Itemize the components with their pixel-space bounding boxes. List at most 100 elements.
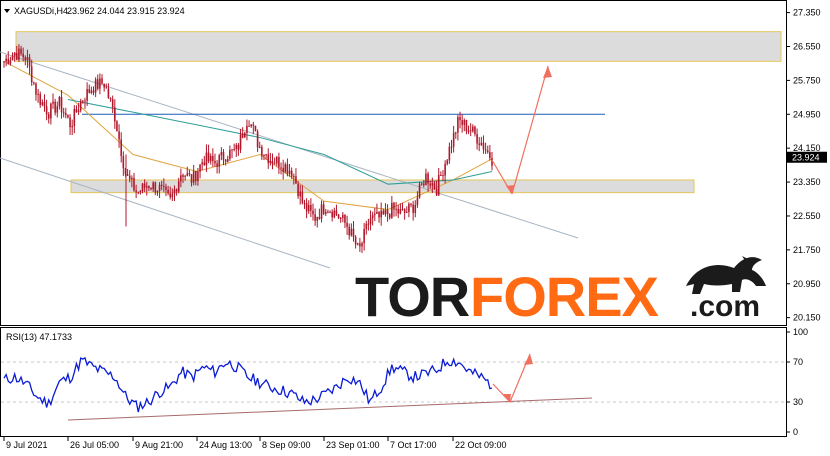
time-tick-label: 9 Jul 2021	[6, 440, 48, 450]
candle-body	[486, 150, 489, 153]
candle-body	[359, 243, 361, 247]
price-tick-label: 20.950	[793, 279, 821, 289]
candle-body	[96, 79, 99, 89]
candle-body	[156, 191, 159, 193]
candle-body	[167, 189, 169, 194]
ohlc-values: 23.962 24.044 23.915 23.924	[67, 6, 185, 16]
candle-body	[252, 124, 255, 126]
candle-body	[476, 133, 478, 144]
candle-body	[380, 210, 382, 218]
candle-body	[26, 57, 29, 60]
price-tick-label: 20.150	[793, 313, 821, 323]
candle-body	[220, 152, 223, 156]
candle-body	[367, 223, 370, 225]
candle-body	[180, 175, 182, 182]
candle-body	[203, 162, 206, 166]
time-tick-label: 8 Sep 09:00	[262, 440, 311, 450]
candle-body	[229, 149, 231, 159]
candle-body	[295, 176, 297, 184]
candle-body	[412, 204, 414, 213]
candle-body	[373, 213, 376, 216]
candle-body	[472, 126, 474, 132]
time-tick-label: 9 Aug 21:00	[135, 440, 183, 450]
candle-body	[209, 155, 212, 162]
candle-body	[356, 243, 359, 245]
candle-body	[7, 58, 10, 64]
candle-body	[344, 214, 346, 223]
candle-body	[64, 112, 67, 116]
candle-body	[463, 119, 466, 125]
candle-body	[69, 117, 71, 128]
rsi-tick-label: 100	[793, 327, 808, 337]
symbol-label: XAGUSDi,H4	[14, 6, 68, 16]
candle-body	[173, 189, 176, 194]
candle-body	[337, 214, 340, 218]
candle-body	[120, 139, 123, 157]
time-tick-label: 23 Sep 01:00	[326, 440, 380, 450]
candle-body	[484, 149, 487, 151]
candle-body	[480, 142, 483, 145]
candle-body	[13, 53, 16, 56]
candle-body	[3, 61, 5, 63]
candle-body	[269, 160, 272, 164]
candle-body	[395, 208, 397, 210]
candle-body	[92, 90, 95, 93]
candle-body	[267, 154, 270, 164]
candle-body	[467, 130, 470, 132]
candle-body	[305, 202, 308, 212]
rsi-tick-label: 0	[793, 427, 798, 437]
candle-body	[469, 130, 472, 132]
candle-body	[322, 204, 325, 214]
candle-body	[282, 167, 284, 172]
candle-body	[77, 110, 80, 113]
time-tick-label: 24 Aug 13:00	[199, 440, 252, 450]
candle-body	[376, 211, 378, 214]
candle-body	[30, 66, 33, 83]
candle-body	[111, 99, 114, 108]
zone-0[interactable]	[15, 31, 782, 62]
candle-body	[158, 184, 161, 192]
candle-body	[235, 145, 238, 149]
candle-body	[427, 173, 429, 184]
candle-body	[239, 134, 242, 150]
candle-body	[212, 155, 214, 161]
price-badge-value: 23.924	[792, 153, 820, 163]
last-price-badge: 23.924	[787, 151, 827, 163]
candle-body	[258, 146, 261, 148]
candle-body	[437, 174, 440, 196]
candle-body	[254, 125, 257, 132]
chart-header: XAGUSDi,H4 23.962 24.044 23.915 23.924	[4, 6, 185, 16]
candle-body	[143, 183, 146, 188]
candle-body	[397, 208, 400, 214]
candle-body	[286, 164, 289, 174]
candle-body	[425, 173, 427, 186]
price-tick-label: 22.550	[793, 211, 821, 221]
candle-body	[352, 228, 355, 238]
candle-body	[348, 226, 351, 236]
candle-body	[297, 183, 299, 197]
candle-body	[73, 109, 76, 126]
candle-body	[43, 102, 46, 107]
candle-body	[478, 143, 481, 145]
candle-body	[33, 82, 35, 84]
candle-body	[450, 146, 453, 148]
candle-body	[318, 217, 321, 219]
candle-body	[37, 93, 39, 95]
candle-body	[429, 183, 432, 186]
candle-body	[329, 211, 331, 213]
price-tick-label: 24.950	[793, 109, 821, 119]
candle-body	[371, 215, 374, 219]
candle-body	[231, 149, 233, 151]
candle-body	[122, 156, 125, 169]
time-tick-label: 22 Oct 09:00	[455, 440, 507, 450]
candle-body	[133, 177, 135, 191]
candle-body	[303, 202, 306, 204]
candle-body	[248, 125, 250, 127]
candle-body	[54, 101, 56, 113]
candle-body	[378, 211, 380, 218]
candle-body	[403, 209, 406, 213]
candle-body	[365, 223, 368, 230]
chart-window: 27.350 26.550 25.750 24.950 24.150 23.350 22.5…	[0, 0, 830, 456]
candle-body	[5, 58, 7, 62]
candle-body	[9, 60, 12, 64]
